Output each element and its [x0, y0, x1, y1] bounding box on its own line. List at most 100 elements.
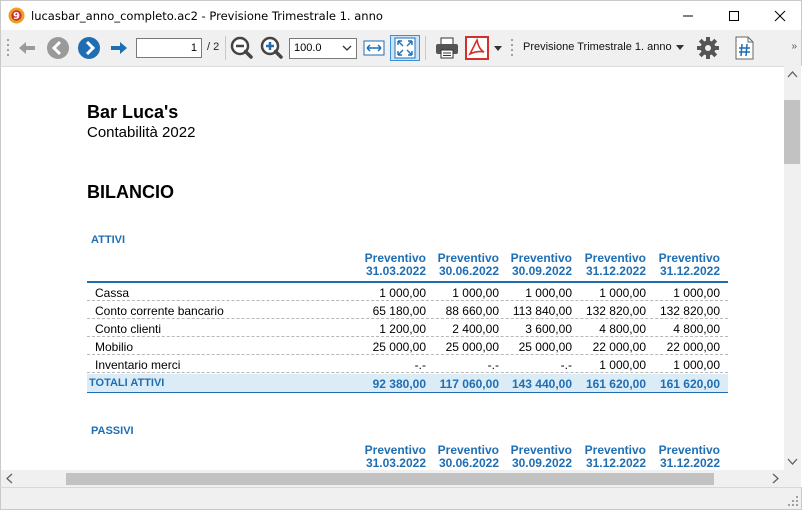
- cell-value: 25 000,00: [372, 340, 426, 354]
- total-row: TOTALI ATTIVI 92 380,00 117 060,00 143 4…: [87, 374, 728, 393]
- next-page-button[interactable]: [76, 35, 102, 61]
- toolbar-separator: [425, 36, 426, 60]
- cell-value: 1 000,00: [379, 286, 426, 300]
- cell-value: 88 660,00: [445, 304, 499, 318]
- print-button[interactable]: [432, 35, 462, 61]
- cell-value: 113 840,00: [512, 304, 572, 318]
- cell-value: 4 800,00: [599, 322, 646, 336]
- column-header: Preventivo 30.06.2022: [437, 443, 499, 470]
- pdf-icon: [465, 36, 489, 60]
- cell-value: -.-: [560, 358, 572, 372]
- cell-value: 1 000,00: [673, 358, 720, 372]
- total-value: 92 380,00: [372, 377, 426, 391]
- row-label: Conto clienti: [95, 322, 162, 336]
- fit-width-button[interactable]: [362, 35, 386, 61]
- toolbar-overflow-icon[interactable]: »: [791, 41, 797, 52]
- window-title: lucasbar_anno_completo.ac2 - Previsione …: [31, 9, 383, 23]
- cell-value: 4 800,00: [673, 322, 720, 336]
- zoom-out-button[interactable]: [230, 35, 254, 61]
- total-value: 117 060,00: [439, 377, 499, 391]
- minimize-button[interactable]: [665, 1, 711, 31]
- title-bar: 9 lucasbar_anno_completo.ac2 - Prevision…: [0, 0, 802, 30]
- page-total-label: / 2: [207, 41, 220, 53]
- chevron-down-icon: [342, 45, 352, 51]
- company-name: Bar Luca's: [87, 102, 179, 122]
- vertical-scroll-thumb[interactable]: [784, 100, 800, 164]
- total-value: 161 620,00: [585, 377, 646, 391]
- previous-page-button[interactable]: [45, 35, 71, 61]
- table-row: Inventario merci -.- -.- -.- 1 000,00 1 …: [87, 355, 728, 373]
- scrollbar-corner: [784, 470, 801, 487]
- app-logo-icon: 9: [8, 7, 25, 24]
- report-viewport[interactable]: Bar Luca's Contabilità 2022 BILANCIO ATT…: [0, 66, 784, 470]
- hash-document-icon: [735, 36, 754, 60]
- column-header: Preventivo 31.12.2022: [584, 251, 646, 278]
- cell-value: 22 000,00: [592, 340, 646, 354]
- arrow-first-icon: [19, 42, 35, 54]
- toolbar: / 2 100.0 Previsione Trimestrale 1. anno: [0, 30, 802, 66]
- toolbar-separator: [225, 36, 226, 60]
- settings-button[interactable]: [694, 35, 722, 61]
- column-header: Preventivo 30.06.2022: [437, 251, 499, 278]
- table-row: Conto corrente bancario 65 180,00 88 660…: [87, 301, 728, 319]
- column-header: Preventivo 31.12.2022: [658, 443, 720, 470]
- total-label: TOTALI ATTIVI: [89, 377, 165, 389]
- last-page-button[interactable]: [107, 35, 131, 61]
- scroll-down-icon[interactable]: [784, 453, 801, 470]
- column-header: Preventivo 31.12.2022: [658, 251, 720, 278]
- caret-down-icon: [494, 46, 502, 51]
- row-label: Mobilio: [95, 340, 134, 354]
- column-header: Preventivo 30.09.2022: [510, 251, 572, 278]
- zoom-in-icon: [260, 36, 283, 59]
- liabilities-heading: PASSIVI: [91, 425, 134, 437]
- report-selector[interactable]: Previsione Trimestrale 1. anno: [517, 38, 689, 59]
- cell-value: 25 000,00: [518, 340, 572, 354]
- column-header: Preventivo 31.03.2022: [364, 443, 426, 470]
- column-header: Preventivo 30.09.2022: [510, 443, 572, 470]
- format-button[interactable]: [732, 35, 756, 61]
- zoom-select[interactable]: 100.0: [289, 38, 357, 59]
- table-row: Conto clienti 1 200,00 2 400,00 3 600,00…: [87, 319, 728, 337]
- cell-value: 132 820,00: [585, 304, 646, 318]
- export-menu-dropdown[interactable]: [492, 35, 504, 61]
- resize-grip-icon[interactable]: [787, 495, 799, 507]
- first-page-button[interactable]: [15, 35, 39, 61]
- cell-value: 65 180,00: [372, 304, 426, 318]
- report-subtitle: Contabilità 2022: [87, 124, 196, 141]
- cell-value: 1 000,00: [452, 286, 499, 300]
- table-row: Mobilio 25 000,00 25 000,00 25 000,00 22…: [87, 337, 728, 355]
- fit-width-icon: [363, 40, 385, 56]
- status-bar: [0, 487, 802, 510]
- report-selector-value: Previsione Trimestrale 1. anno: [523, 41, 672, 53]
- column-header: Preventivo 31.03.2022: [364, 251, 426, 278]
- page-number-input[interactable]: [136, 38, 202, 58]
- cell-value: 25 000,00: [445, 340, 499, 354]
- cell-value: 1 200,00: [379, 322, 426, 336]
- cell-value: 1 000,00: [599, 286, 646, 300]
- assets-heading: ATTIVI: [91, 234, 126, 246]
- row-label: Conto corrente bancario: [95, 304, 224, 318]
- export-pdf-button[interactable]: [464, 35, 490, 61]
- row-label: Inventario merci: [95, 358, 181, 372]
- toolbar-grip-icon[interactable]: [6, 37, 10, 59]
- scroll-up-icon[interactable]: [784, 66, 801, 83]
- caret-down-icon: [676, 45, 684, 50]
- zoom-out-icon: [230, 36, 253, 59]
- row-label: Cassa: [95, 286, 130, 300]
- chevron-right-circle-icon: [78, 37, 100, 59]
- cell-value: -.-: [414, 358, 426, 372]
- fit-page-icon: [394, 37, 416, 59]
- maximize-button[interactable]: [711, 1, 757, 31]
- close-button[interactable]: [757, 1, 802, 31]
- zoom-in-button[interactable]: [260, 35, 284, 61]
- cell-value: 2 400,00: [452, 322, 499, 336]
- cell-value: 1 000,00: [673, 286, 720, 300]
- toolbar-grip-icon[interactable]: [510, 37, 514, 59]
- horizontal-scroll-thumb[interactable]: [66, 473, 714, 485]
- table-row: Cassa 1 000,00 1 000,00 1 000,00 1 000,0…: [87, 283, 728, 301]
- total-value: 161 620,00: [659, 377, 720, 391]
- scroll-left-icon[interactable]: [1, 470, 18, 487]
- fit-page-button[interactable]: [390, 35, 420, 61]
- cell-value: 132 820,00: [659, 304, 720, 318]
- scroll-right-icon[interactable]: [767, 470, 784, 487]
